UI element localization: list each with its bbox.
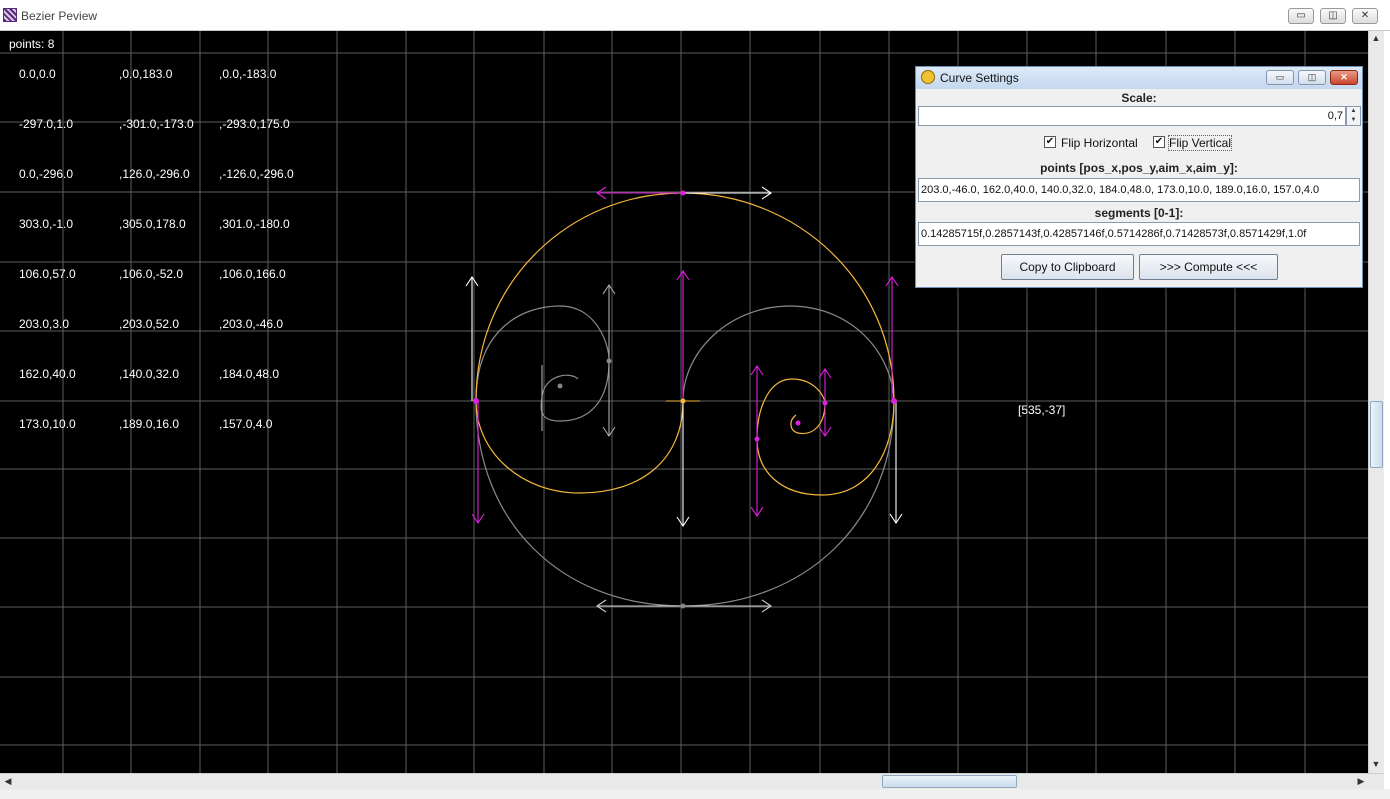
point-value: ,106.0,-52.0 <box>119 267 184 281</box>
spin-up-icon[interactable]: ▲ <box>1347 107 1360 116</box>
control-point <box>680 603 686 609</box>
points-label: points [pos_x,pos_y,aim_x,aim_y]: <box>1040 161 1238 175</box>
minimize-button[interactable]: ▭ <box>1288 8 1314 24</box>
flip-vertical-label[interactable]: Flip Vertical <box>1167 135 1233 151</box>
control-point <box>822 400 828 406</box>
point-value: ,0.0,-183.0 <box>219 67 277 81</box>
point-value: ,0.0,183.0 <box>119 67 173 81</box>
dialog-title: Curve Settings <box>940 71 1019 85</box>
dialog-minimize-button[interactable]: ▭ <box>1266 70 1294 85</box>
curve-settings-dialog[interactable]: Curve Settings ▭ ◫ ✕ Scale: 0,7 ▲ ▼ ✔ Fl… <box>915 66 1363 288</box>
scroll-left-icon[interactable]: ◀ <box>1 774 15 788</box>
point-value: 173.0,10.0 <box>19 417 76 431</box>
point-value: ,-293.0,175.0 <box>219 117 290 131</box>
window-titlebar[interactable]: Bezier Peview ▭ ◫ ✕ <box>0 0 1390 31</box>
scale-spinner[interactable]: ▲ ▼ <box>1346 106 1361 126</box>
cursor-coordinates: [535,-37] <box>1018 403 1066 417</box>
points-count: points: 8 <box>9 37 55 51</box>
flip-horizontal-label[interactable]: Flip Horizontal <box>1061 136 1138 150</box>
point-value: 0.0,-296.0 <box>19 167 74 181</box>
compute-button[interactable]: >>> Compute <<< <box>1139 254 1278 280</box>
point-value: ,126.0,-296.0 <box>119 167 190 181</box>
spin-down-icon[interactable]: ▼ <box>1347 116 1360 125</box>
scroll-down-icon[interactable]: ▼ <box>1369 757 1383 771</box>
maximize-button[interactable]: ◫ <box>1320 8 1346 24</box>
point-value: ,305.0,178.0 <box>119 217 186 231</box>
app-icon <box>3 8 17 22</box>
orange-curve-segment <box>475 400 684 494</box>
settings-gear-icon <box>921 70 935 84</box>
control-point <box>680 398 686 404</box>
control-point <box>795 420 801 426</box>
point-value: ,203.0,-46.0 <box>219 317 284 331</box>
dialog-maximize-button[interactable]: ◫ <box>1298 70 1326 85</box>
control-point <box>473 398 479 404</box>
point-value: ,140.0,32.0 <box>119 367 180 381</box>
orange-curve-segment <box>475 192 895 402</box>
point-value: -297.0,1.0 <box>19 117 74 131</box>
segments-input[interactable]: 0.14285715f,0.2857143f,0.42857146f,0.571… <box>918 222 1360 246</box>
control-point <box>557 383 563 389</box>
point-value: 0.0,0.0 <box>19 67 56 81</box>
control-point <box>754 436 760 442</box>
gray-curve-segment <box>475 400 684 607</box>
mirrored-curve <box>475 305 895 607</box>
scale-label: Scale: <box>1121 91 1157 105</box>
copy-to-clipboard-button[interactable]: Copy to Clipboard <box>1001 254 1134 280</box>
bezier-curve <box>475 192 895 496</box>
vertical-scroll-thumb[interactable] <box>1370 401 1383 468</box>
dialog-close-button[interactable]: ✕ <box>1330 70 1358 85</box>
point-value: 162.0,40.0 <box>19 367 76 381</box>
flip-horizontal-checkbox[interactable]: ✔ <box>1044 136 1056 148</box>
point-value: ,157.0,4.0 <box>219 417 273 431</box>
point-value: ,189.0,16.0 <box>119 417 180 431</box>
close-button[interactable]: ✕ <box>1352 8 1378 24</box>
dialog-titlebar[interactable]: Curve Settings ▭ ◫ ✕ <box>916 67 1362 89</box>
point-value: ,203.0,52.0 <box>119 317 180 331</box>
control-point <box>680 190 686 196</box>
vertical-scrollbar[interactable]: ▲ ▼ <box>1368 31 1384 773</box>
points-input[interactable]: 203.0,-46.0, 162.0,40.0, 140.0,32.0, 184… <box>918 178 1360 202</box>
control-point <box>891 398 897 404</box>
horizontal-scrollbar[interactable]: ◀ ▶ <box>0 773 1384 789</box>
point-value: 106.0,57.0 <box>19 267 76 281</box>
gray-curve-segment <box>682 305 895 402</box>
scroll-up-icon[interactable]: ▲ <box>1369 31 1383 45</box>
point-value: ,-126.0,-296.0 <box>219 167 294 181</box>
gray-curve-segment <box>540 360 610 422</box>
scroll-right-icon[interactable]: ▶ <box>1354 774 1368 788</box>
point-value: 303.0,-1.0 <box>19 217 74 231</box>
scale-input[interactable]: 0,7 <box>918 106 1346 126</box>
control-point <box>606 358 612 364</box>
window-title: Bezier Peview <box>21 9 98 23</box>
flip-vertical-checkbox[interactable]: ✔ <box>1153 136 1165 148</box>
point-value: ,106.0,166.0 <box>219 267 286 281</box>
gray-curve-segment <box>682 400 895 607</box>
point-value: ,184.0,48.0 <box>219 367 280 381</box>
point-value: ,-301.0,-173.0 <box>119 117 194 131</box>
point-value: 203.0,3.0 <box>19 317 70 331</box>
segments-label: segments [0-1]: <box>1094 206 1184 220</box>
horizontal-scroll-thumb[interactable] <box>882 775 1017 788</box>
point-value: ,301.0,-180.0 <box>219 217 290 231</box>
bottom-strip <box>0 789 1390 799</box>
